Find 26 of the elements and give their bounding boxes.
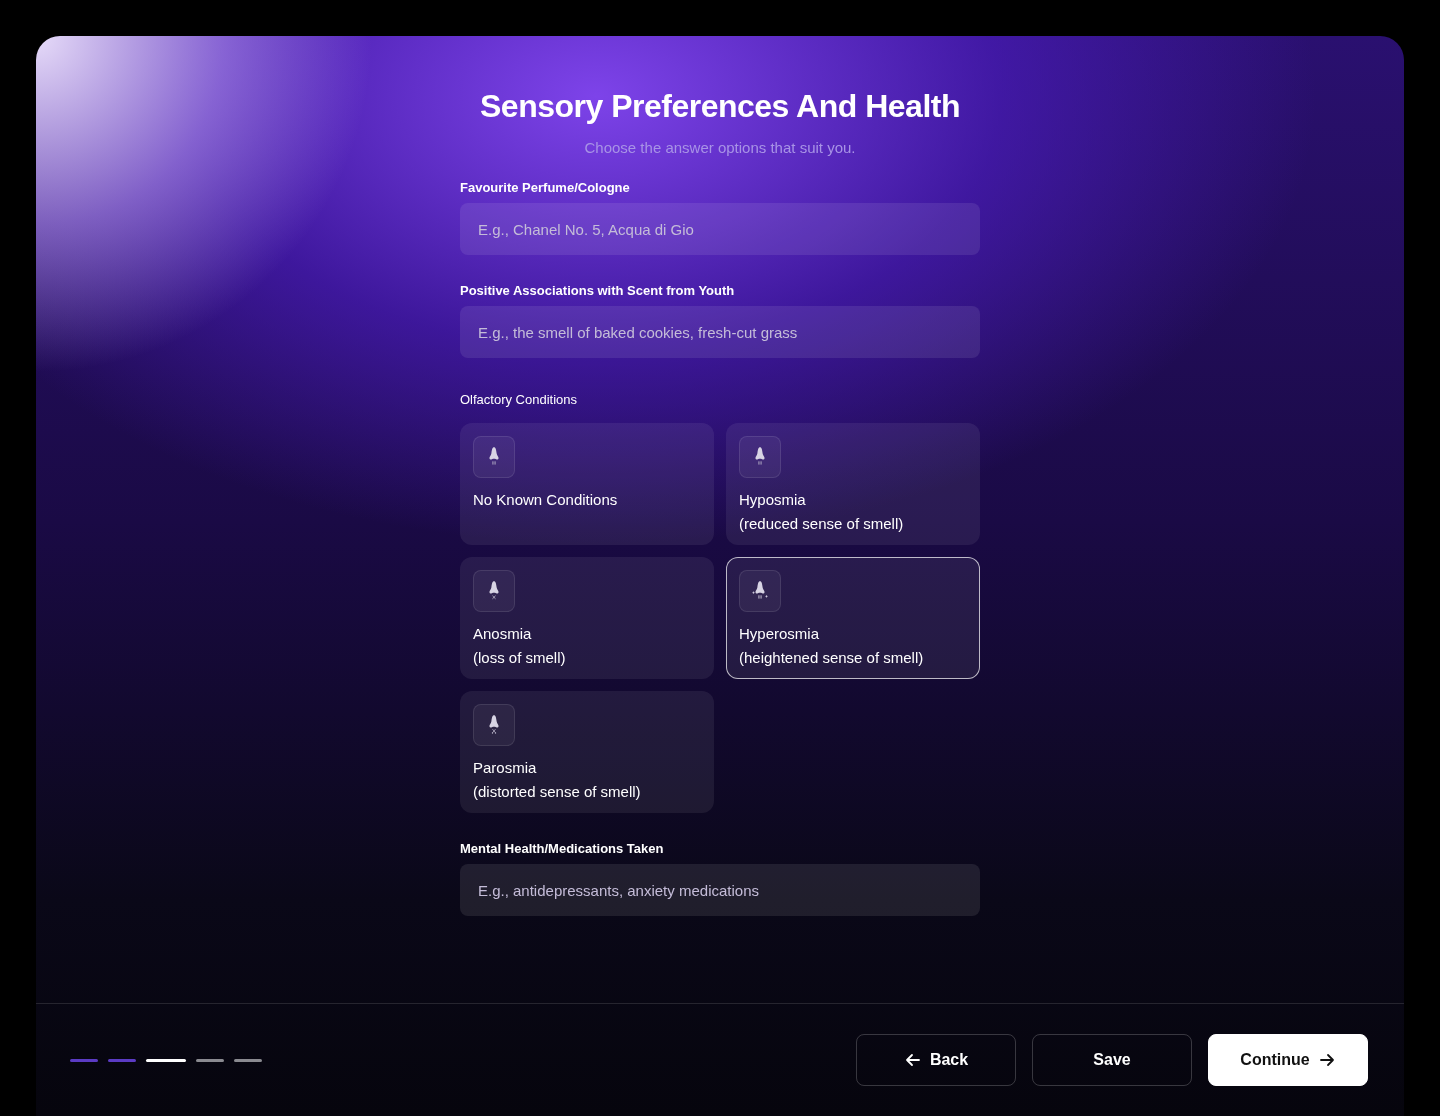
option-label: Hyposmia (reduced sense of smell)	[739, 490, 905, 534]
page-subtitle: Choose the answer options that suit you.	[583, 139, 857, 156]
condition-option[interactable]: Parosmia (distorted sense of smell)	[460, 691, 714, 813]
save-button[interactable]: Save	[1032, 1034, 1192, 1086]
nose-icon	[473, 436, 515, 478]
page-title: Sensory Preferences And Health	[479, 88, 961, 125]
nose-icon	[739, 570, 781, 612]
condition-option[interactable]: Anosmia (loss of smell)	[460, 557, 714, 679]
field-label: Mental Health/Medications Taken	[460, 841, 665, 856]
option-label: Hyperosmia (heightened sense of smell)	[739, 624, 925, 668]
arrow-right-icon	[1317, 1051, 1336, 1069]
condition-option[interactable]: Hyperosmia (heightened sense of smell)	[726, 557, 980, 679]
condition-option[interactable]: No Known Conditions	[460, 423, 714, 545]
nose-icon	[739, 436, 781, 478]
field-label: Favourite Perfume/Cologne	[460, 180, 631, 195]
back-button[interactable]: Back	[856, 1034, 1016, 1086]
section-label: Olfactory Conditions	[460, 392, 579, 407]
nose-icon	[473, 570, 515, 612]
nose-icon	[473, 704, 515, 746]
continue-button[interactable]: Continue	[1208, 1034, 1368, 1086]
option-label: No Known Conditions	[473, 490, 619, 510]
condition-option[interactable]: Hyposmia (reduced sense of smell)	[726, 423, 980, 545]
field-label: Positive Associations with Scent from Youth	[460, 283, 736, 298]
option-label: Anosmia (loss of smell)	[473, 624, 567, 668]
option-label: Parosmia (distorted sense of smell)	[473, 758, 642, 802]
arrow-left-icon	[903, 1051, 922, 1069]
